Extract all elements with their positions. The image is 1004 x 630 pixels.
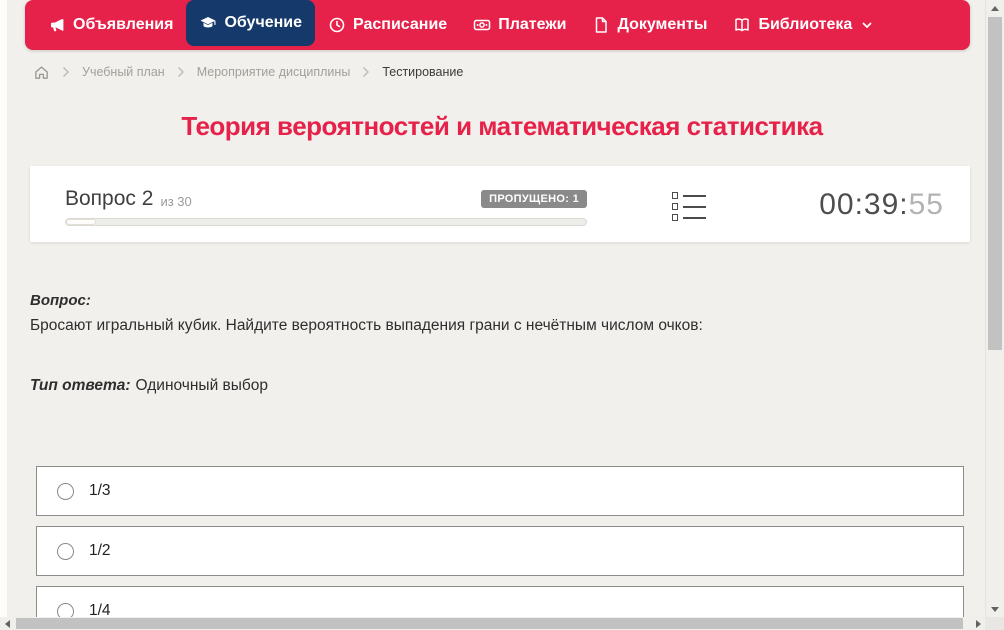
radio-button[interactable] xyxy=(57,542,74,560)
arrow-up-icon xyxy=(991,5,999,11)
book-icon xyxy=(733,16,751,34)
breadcrumb-discipline-event[interactable]: Мероприятие дисциплины xyxy=(197,65,351,79)
answer-type-line: Тип ответа: Одиночный выбор xyxy=(30,377,940,395)
question-list-icon[interactable] xyxy=(672,192,706,221)
nav-item-label: Расписание xyxy=(353,16,448,33)
scroll-right-button[interactable] xyxy=(971,617,985,630)
vertical-scroll-thumb[interactable] xyxy=(988,17,1002,350)
window-left-edge xyxy=(0,0,7,617)
answer-options: 1/3 1/2 1/4 xyxy=(36,466,964,630)
breadcrumb-separator-icon xyxy=(177,66,185,78)
answer-type-value: Одиночный выбор xyxy=(135,377,269,394)
timer: 00:39:55 xyxy=(819,188,944,222)
question-progress-block: Вопрос 2 из 30 ПРОПУЩЕНО: 1 xyxy=(65,187,587,226)
question-label: Вопрос: xyxy=(30,292,91,309)
nav-item-label: Обучение xyxy=(224,14,303,31)
nav-item-documents[interactable]: Документы xyxy=(579,0,720,50)
nav-item-learning[interactable]: Обучение xyxy=(186,0,316,46)
vertical-scrollbar[interactable] xyxy=(985,0,1004,617)
timer-hours-minutes: 00:39: xyxy=(819,188,909,221)
answer-type-label: Тип ответа: xyxy=(30,377,131,394)
question-number: Вопрос 2 xyxy=(65,187,154,210)
scroll-left-button[interactable] xyxy=(0,617,14,630)
breadcrumb-testing: Тестирование xyxy=(382,65,464,79)
horizontal-scrollbar[interactable] xyxy=(0,617,985,630)
nav-item-announcements[interactable]: Объявления xyxy=(35,0,186,50)
answer-option-2[interactable]: 1/2 xyxy=(36,526,964,576)
document-icon xyxy=(592,16,610,34)
nav-item-label: Библиотека xyxy=(758,16,853,33)
progress-bar xyxy=(65,218,587,226)
page-title: Теория вероятностей и математическая ста… xyxy=(181,111,823,141)
nav-item-label: Документы xyxy=(617,16,708,33)
scroll-up-button[interactable] xyxy=(986,0,1004,16)
clock-icon xyxy=(328,16,346,34)
main-nav: Объявления Обучение Расписание Платежи Д… xyxy=(25,0,970,50)
scroll-down-button[interactable] xyxy=(986,601,1004,617)
nav-item-library[interactable]: Библиотека xyxy=(720,0,886,50)
radio-button[interactable] xyxy=(57,482,74,500)
skipped-badge: ПРОПУЩЕНО: 1 xyxy=(481,190,587,208)
question-text: Бросают игральный кубик. Найдите вероятн… xyxy=(30,317,703,334)
question-total: из 30 xyxy=(160,193,192,209)
question-block: Вопрос: Бросают игральный кубик. Найдите… xyxy=(30,292,940,395)
progress-bar-thumb xyxy=(66,219,96,225)
megaphone-icon xyxy=(48,16,66,34)
answer-option-1[interactable]: 1/3 xyxy=(36,466,964,516)
page-background: Объявления Обучение Расписание Платежи Д… xyxy=(0,0,1004,630)
answer-option-label: 1/3 xyxy=(89,482,111,499)
breadcrumb: Учебный план Мероприятие дисциплины Тест… xyxy=(33,61,463,83)
graduation-cap-icon xyxy=(199,14,217,32)
breadcrumb-curriculum[interactable]: Учебный план xyxy=(82,65,165,79)
question-panel: Вопрос 2 из 30 ПРОПУЩЕНО: 1 00:39:55 xyxy=(30,166,970,242)
home-icon[interactable] xyxy=(33,64,50,81)
banknote-icon xyxy=(473,16,491,34)
arrow-right-icon xyxy=(975,619,981,628)
chevron-down-icon xyxy=(861,19,873,31)
arrow-left-icon xyxy=(4,619,10,628)
answer-option-label: 1/2 xyxy=(89,542,111,559)
nav-item-schedule[interactable]: Расписание xyxy=(315,0,460,50)
nav-item-label: Платежи xyxy=(498,16,567,33)
nav-item-payments[interactable]: Платежи xyxy=(460,0,579,50)
arrow-down-icon xyxy=(991,606,999,612)
timer-seconds: 55 xyxy=(908,188,944,221)
nav-item-label: Объявления xyxy=(73,16,174,33)
breadcrumb-separator-icon xyxy=(362,66,370,78)
scrollbar-corner xyxy=(985,617,1004,630)
breadcrumb-separator-icon xyxy=(62,66,70,78)
horizontal-scroll-thumb[interactable] xyxy=(16,618,963,629)
